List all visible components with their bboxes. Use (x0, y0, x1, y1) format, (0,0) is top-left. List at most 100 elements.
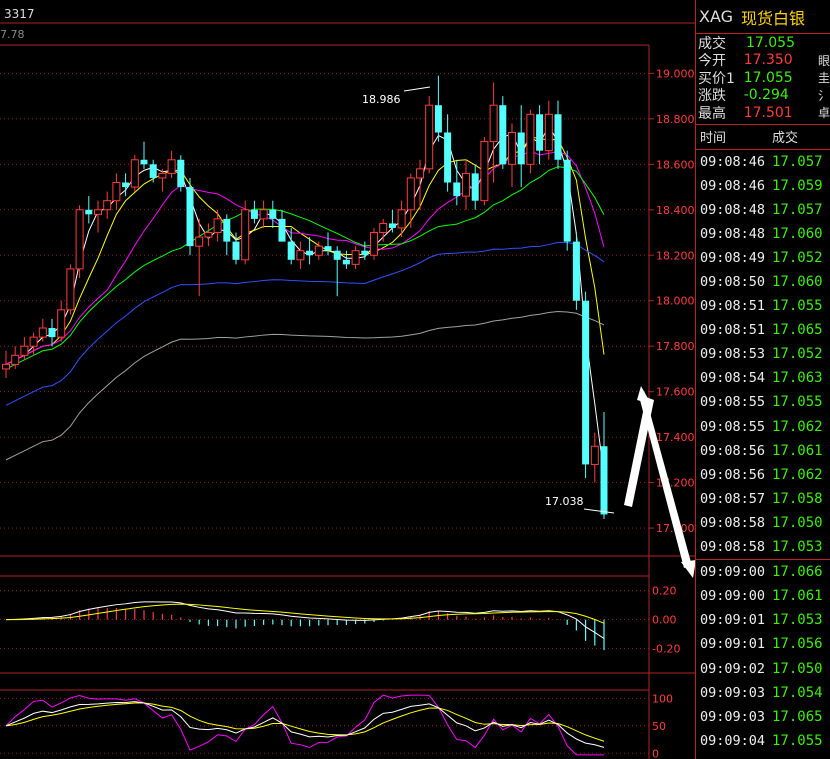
trade-time: 09:09:02 (700, 660, 766, 677)
trade-price: 17.061 (772, 588, 823, 605)
kdj-tick-label: 100 (652, 692, 673, 705)
quote-row-value: -0.294 (743, 87, 789, 104)
trade-price: 17.066 (772, 564, 823, 581)
candle-body (232, 241, 240, 260)
kdj-tick-label: 50 (652, 720, 666, 733)
candle-body (103, 200, 112, 211)
trade-row: 09:08:56 17.061 (696, 439, 830, 463)
candle-body (397, 209, 406, 229)
candle-body (517, 132, 525, 165)
trade-price: 17.055 (772, 394, 823, 411)
candle-body (600, 446, 608, 515)
candle-body (20, 345, 29, 356)
trade-time: 09:08:46 (700, 153, 766, 170)
candle-body (590, 445, 599, 465)
trade-row: 09:08:51 17.055 (696, 294, 830, 318)
trade-row: 09:09:03 17.054 (696, 681, 830, 705)
quote-row-value: 17.501 (743, 104, 793, 121)
trade-price: 17.061 (772, 442, 823, 459)
trades-header-time: 时间 (700, 131, 727, 146)
candle-body (582, 300, 590, 465)
candle-body (177, 159, 185, 188)
candle-body (122, 182, 130, 188)
quote-row-edge: 眼 (817, 53, 830, 68)
candle-body (563, 159, 571, 242)
trade-row: 09:08:56 17.062 (696, 463, 830, 487)
candle-body (112, 182, 121, 202)
candle-body (130, 159, 139, 188)
quote-row-label: 最高 (698, 105, 726, 122)
candle-body (314, 245, 323, 256)
candle-body (85, 209, 93, 215)
trade-time: 09:08:48 (700, 201, 766, 218)
candle-body (29, 336, 38, 347)
trade-time: 09:09:01 (700, 612, 766, 629)
trade-price: 17.056 (772, 636, 823, 653)
y-tick-label: 18.000 (656, 295, 695, 308)
trade-price: 17.062 (772, 466, 823, 483)
trade-time: 09:08:56 (700, 466, 766, 483)
trade-time: 09:09:00 (700, 564, 766, 581)
macd-dea-line (5, 603, 605, 624)
trade-row: 09:09:03 17.065 (696, 705, 830, 729)
trade-time: 09:08:51 (700, 322, 766, 339)
trade-price: 17.060 (772, 225, 823, 242)
trade-time: 09:08:49 (700, 249, 766, 266)
trade-time: 09:08:58 (700, 514, 766, 531)
trade-price: 17.050 (772, 660, 823, 677)
trade-row: 09:08:58 17.053 (696, 535, 830, 559)
trade-row: 09:08:50 17.060 (696, 270, 830, 294)
trade-time: 09:08:48 (700, 225, 766, 242)
candle-body (306, 250, 314, 256)
candle-body (140, 159, 148, 165)
trade-row: 09:08:55 17.062 (696, 415, 830, 439)
trade-time: 09:08:57 (700, 490, 766, 507)
trade-time: 09:09:01 (700, 636, 766, 653)
trade-price: 17.055 (772, 732, 823, 749)
quote-row-value: 17.055 (746, 34, 795, 51)
trade-row: 09:08:48 17.060 (696, 222, 830, 246)
trade-row: 09:08:54 17.063 (696, 366, 830, 390)
ma-line (5, 136, 605, 365)
kdj-y-ticks: 100 50 0 (0, 692, 673, 759)
ma-line (5, 150, 605, 365)
quote-row: 涨跌 -0.294 氵 (696, 87, 830, 104)
candle-body (186, 187, 194, 247)
high-leader-line (403, 86, 431, 92)
candle-body (489, 104, 498, 143)
trades-list[interactable]: 09:08:46 17.057 09:08:46 17.059 09:08:48 17.0… (696, 150, 830, 753)
candle-body (453, 182, 461, 197)
quote-row-edge: 卓 (817, 106, 830, 121)
candle-body (204, 232, 213, 238)
candle-body (48, 328, 56, 338)
candle-body (278, 218, 286, 242)
trade-time: 09:08:58 (700, 539, 766, 556)
candle-body (296, 250, 305, 261)
kline-chart[interactable]: 3317 7.78 19.000 18.800 18.600 18.400 18.200… (0, 0, 695, 759)
quote-row-value: 17.350 (743, 52, 793, 69)
trade-row: 09:08:49 17.052 (696, 246, 830, 270)
candle-body (66, 268, 75, 311)
candle-body (434, 105, 442, 133)
candle-body (269, 209, 277, 219)
header-code: 3317 (4, 7, 35, 21)
y-tick-label: 18.400 (656, 204, 695, 217)
candle-body (480, 141, 489, 202)
trade-row: 09:08:57 17.058 (696, 487, 830, 511)
trade-row: 09:09:04 17.055 (696, 729, 830, 753)
quote-panel: XAG 现货白银 成交 17.055 今开 17.350 眼买价1 17.055 圭涨跌 -0… (695, 0, 830, 759)
macd-dif-line (5, 601, 605, 639)
main-y-ticks: 19.000 18.800 18.600 18.400 18.200 18.000 17.8… (649, 67, 695, 535)
trade-time: 09:09:03 (700, 684, 766, 701)
trade-row: 09:09:02 17.050 (696, 656, 830, 680)
candle-body (471, 173, 479, 201)
trade-row: 09:08:53 17.052 (696, 342, 830, 366)
y-tick-label: 18.800 (656, 113, 695, 126)
trade-price: 17.065 (772, 708, 823, 725)
candle-body (57, 309, 66, 338)
candle-body (149, 164, 157, 178)
kline-chart-area[interactable]: 3317 7.78 19.000 18.800 18.600 18.400 18.200… (0, 0, 695, 759)
trades-header-price: 成交 (772, 131, 799, 146)
candle-body (38, 327, 47, 338)
trade-row: 09:09:01 17.053 (696, 608, 830, 632)
